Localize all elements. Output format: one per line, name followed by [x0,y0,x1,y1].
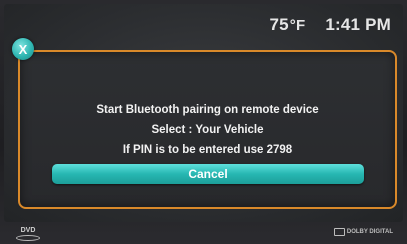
display-screen: 75 °F 1:41 PM X Start Bluetooth pairing … [4,4,403,222]
close-button[interactable]: X [12,38,34,60]
pairing-message: Start Bluetooth pairing on remote device… [20,100,395,160]
bezel-bottom-strip: DVD DOLBY DIGITAL [0,222,407,244]
dolby-digital-logo-icon: DOLBY DIGITAL [333,228,393,236]
bluetooth-pairing-dialog: Start Bluetooth pairing on remote device… [18,50,397,209]
dvd-logo-icon: DVD [16,227,40,241]
status-bar: 75 °F 1:41 PM [269,12,391,38]
pairing-pin: If PIN is to be entered use 2798 [122,144,293,156]
dvd-logo-text: DVD [20,227,36,234]
temperature-unit: °F [289,17,306,34]
temperature-value: 75 [269,15,289,34]
pairing-select-vehicle: Select : Your Vehicle [151,124,264,136]
head-unit-bezel: 75 °F 1:41 PM X Start Bluetooth pairing … [0,0,407,244]
clock: 1:41 PM [325,15,391,34]
close-icon: X [18,41,28,57]
pairing-instruction: Start Bluetooth pairing on remote device [96,104,319,116]
outside-temperature: 75 °F [269,15,305,35]
cancel-button[interactable]: Cancel [52,164,364,184]
dolby-logo-text: DOLBY DIGITAL [346,229,393,235]
